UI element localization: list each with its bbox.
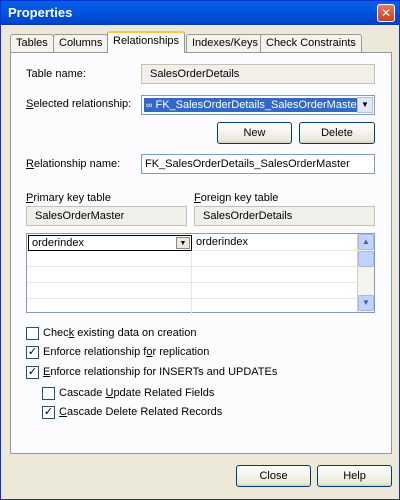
check-existing-data-label: Check existing data on creation xyxy=(43,327,197,339)
window-title: Properties xyxy=(8,5,73,20)
properties-dialog: Properties ✕ Tables Columns Relationship… xyxy=(0,0,400,500)
primary-key-table-value: SalesOrderMaster xyxy=(26,206,187,226)
primary-column-cell[interactable] xyxy=(28,283,192,299)
tab-columns[interactable]: Columns xyxy=(53,34,109,53)
tab-tables[interactable]: Tables xyxy=(10,34,54,53)
enforce-inserts-updates-label: Enforce relationship for INSERTs and UPD… xyxy=(43,366,278,378)
primary-column-cell[interactable] xyxy=(28,251,192,267)
tab-check-constraints[interactable]: Check Constraints xyxy=(260,34,362,53)
primary-key-table-label: Primary key table xyxy=(26,192,111,204)
cascade-update-label: Cascade Update Related Fields xyxy=(59,387,215,399)
table-row[interactable] xyxy=(27,299,357,315)
chevron-down-icon[interactable]: ▼ xyxy=(176,237,190,249)
table-row: orderindex ▼ orderindex xyxy=(27,235,357,251)
primary-column-value: orderindex xyxy=(32,237,84,249)
selected-relationship-selection: ∞ FK_SalesOrderDetails_SalesOrderMaster xyxy=(144,98,357,112)
chevron-down-icon[interactable]: ▼ xyxy=(357,97,373,113)
table-row[interactable] xyxy=(27,251,357,267)
delete-button[interactable]: Delete xyxy=(299,122,375,144)
cascade-update-checkbox[interactable] xyxy=(42,387,55,400)
tab-indexes-keys[interactable]: Indexes/Keys xyxy=(186,34,265,53)
selected-relationship-label: Selected relationship: xyxy=(26,98,132,110)
cascade-delete-checkbox[interactable]: ✓ xyxy=(42,406,55,419)
primary-column-cell[interactable] xyxy=(28,299,192,315)
table-row[interactable] xyxy=(27,283,357,299)
cascade-delete-label: Cascade Delete Related Records xyxy=(59,406,223,418)
table-name-label: Table name: xyxy=(26,68,86,80)
close-button[interactable]: Close xyxy=(236,465,311,487)
primary-column-cell[interactable] xyxy=(28,267,192,283)
title-bar: Properties ✕ xyxy=(1,1,399,25)
enforce-inserts-updates-checkbox[interactable]: ✓ xyxy=(26,366,39,379)
column-mapping-grid[interactable]: orderindex ▼ orderindex ▲ ▼ xyxy=(26,233,375,315)
table-row[interactable] xyxy=(27,267,357,283)
table-name-value: SalesOrderDetails xyxy=(141,64,375,84)
enforce-replication-label: Enforce relationship for replication xyxy=(43,346,210,358)
close-icon[interactable]: ✕ xyxy=(377,4,395,22)
selected-relationship-combo[interactable]: ∞ FK_SalesOrderDetails_SalesOrderMaster … xyxy=(141,95,375,115)
scroll-thumb[interactable] xyxy=(358,251,374,267)
primary-column-cell[interactable]: orderindex ▼ xyxy=(28,235,192,251)
selected-relationship-value: FK_SalesOrderDetails_SalesOrderMaster xyxy=(155,99,357,111)
new-button[interactable]: New xyxy=(217,122,292,144)
relationship-name-input[interactable]: FK_SalesOrderDetails_SalesOrderMaster xyxy=(141,154,375,174)
tab-relationships[interactable]: Relationships xyxy=(107,31,186,53)
foreign-key-table-label: Foreign key table xyxy=(194,192,279,204)
foreign-key-table-value: SalesOrderDetails xyxy=(194,206,375,226)
relationship-name-label: Relationship name: xyxy=(26,158,121,170)
foreign-column-value: orderindex xyxy=(196,236,248,248)
foreign-column-cell[interactable]: orderindex xyxy=(193,235,357,251)
relationship-link-icon: ∞ xyxy=(146,100,153,110)
grid-scrollbar[interactable]: ▲ ▼ xyxy=(357,234,374,312)
help-button[interactable]: Help xyxy=(317,465,392,487)
scroll-down-icon[interactable]: ▼ xyxy=(358,295,374,311)
enforce-replication-checkbox[interactable]: ✓ xyxy=(26,346,39,359)
check-existing-data-checkbox[interactable] xyxy=(26,327,39,340)
scroll-up-icon[interactable]: ▲ xyxy=(358,234,374,250)
